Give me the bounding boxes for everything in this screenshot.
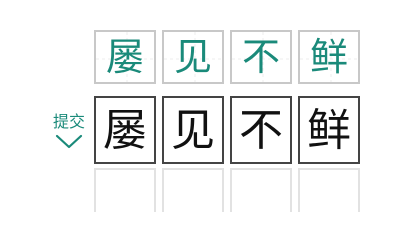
answer-char: 见 (171, 105, 215, 156)
hint-char: 不 (241, 35, 280, 79)
answer-cell[interactable]: 见 (162, 96, 224, 164)
hint-char: 屡 (105, 35, 144, 79)
hint-char: 见 (173, 35, 212, 79)
answer-char: 不 (239, 105, 283, 156)
answer-cell[interactable]: 屡 (94, 96, 156, 164)
hint-char: 鲜 (309, 35, 348, 79)
submit-label: 提交 (52, 114, 85, 131)
answer-cell[interactable]: 不 (230, 96, 292, 164)
submit-button[interactable]: 提交 (46, 108, 92, 154)
answer-char: 屡 (103, 105, 147, 156)
chevron-down-icon (55, 134, 83, 149)
answer-char: 鲜 (307, 105, 351, 156)
practice-cell[interactable] (230, 168, 292, 212)
practice-cell[interactable] (94, 168, 156, 212)
hint-cell[interactable]: 不 (230, 30, 292, 84)
answer-cell[interactable]: 鲜 (298, 96, 360, 164)
practice-cell[interactable] (162, 168, 224, 212)
hint-cell[interactable]: 鲜 (298, 30, 360, 84)
hint-cell[interactable]: 见 (162, 30, 224, 84)
practice-cell[interactable] (298, 168, 360, 212)
hint-cell[interactable]: 屡 (94, 30, 156, 84)
